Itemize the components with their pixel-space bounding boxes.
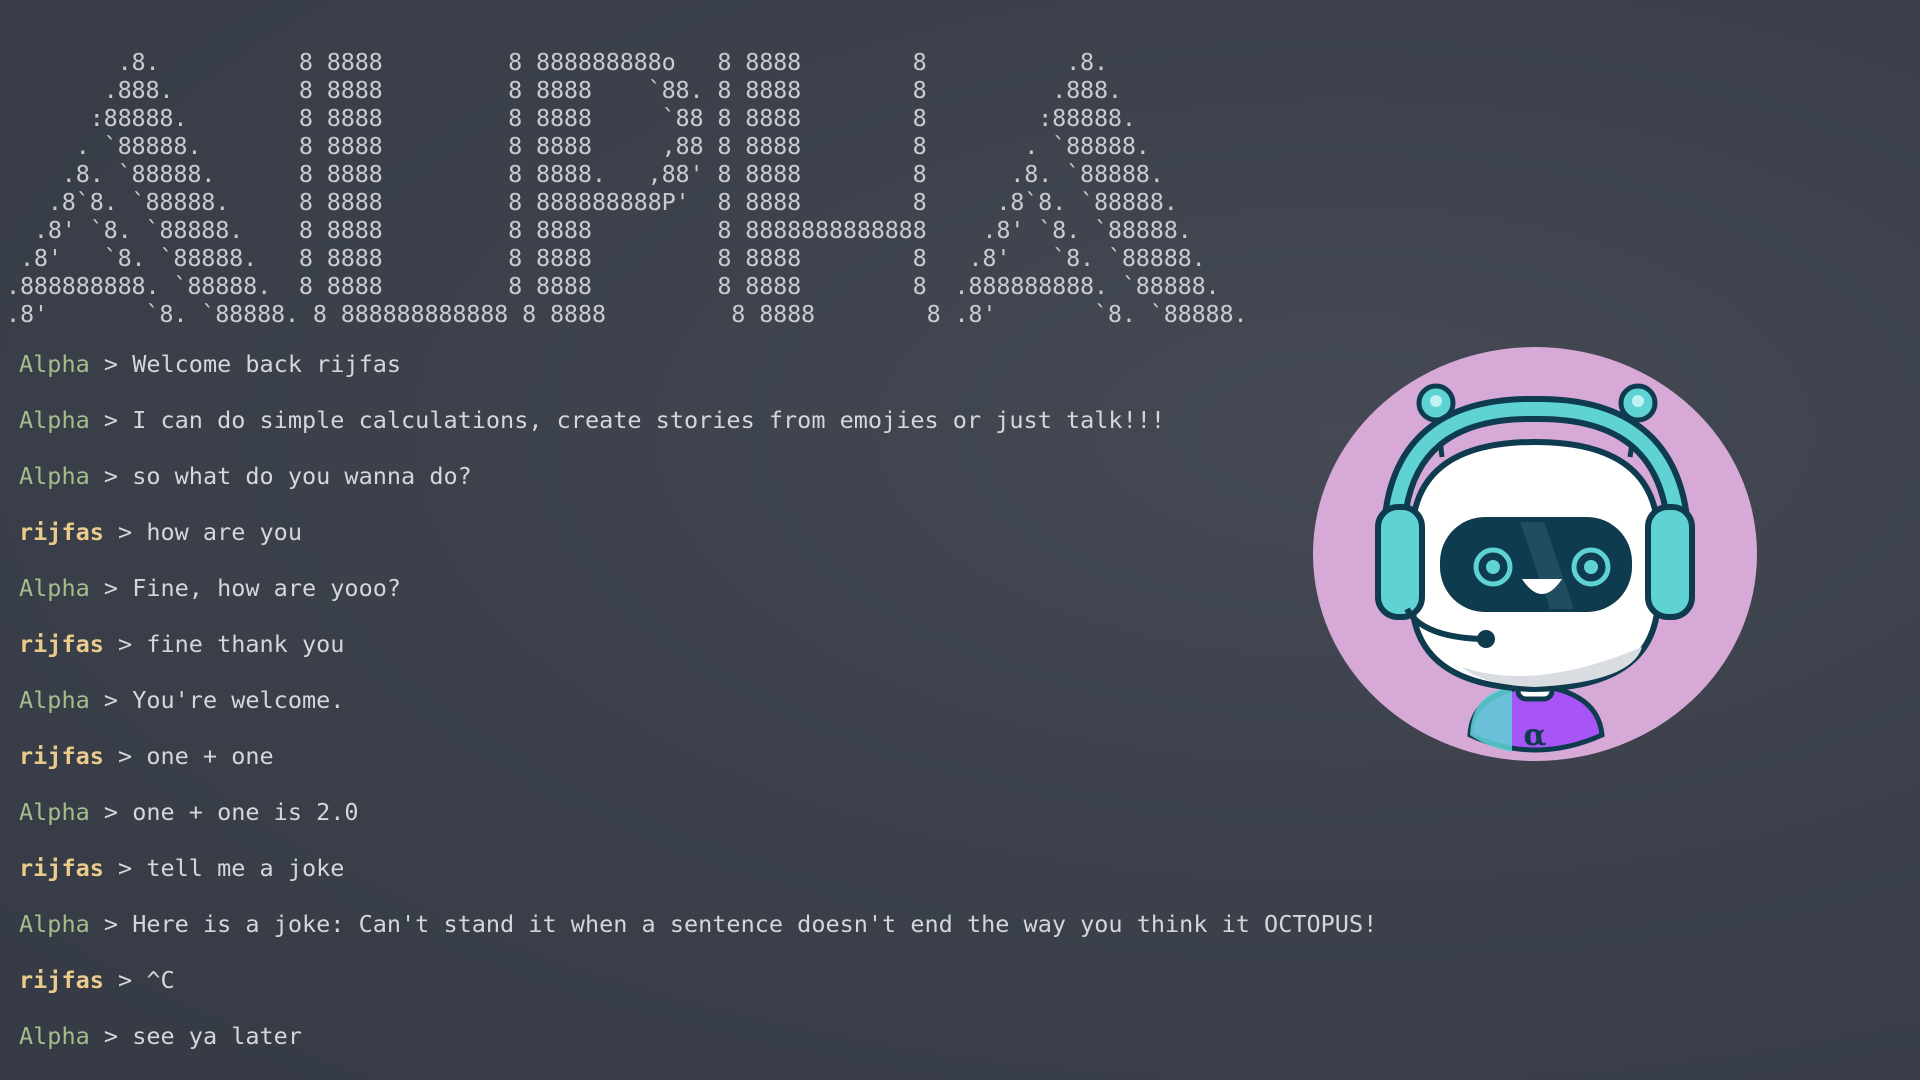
prompt-separator: > [89, 798, 133, 826]
user-message-line: rijfas > ^C [19, 966, 1379, 1022]
speaker-name: Alpha [19, 686, 90, 714]
user-message-line: rijfas > how are you [19, 518, 1379, 574]
speaker-name: rijfas [19, 518, 104, 546]
user-message-line: rijfas > fine thank you [19, 630, 1379, 686]
prompt-separator: > [89, 350, 133, 378]
terminal-window[interactable]: .8. 8 8888 8 888888888o 8 8888 8 .8. .88… [0, 0, 1920, 1080]
message-text: one + one is 2.0 [132, 798, 359, 826]
banner-line: .8' `8. `88888. 8 8888 8 8888 8 88888888… [6, 216, 1192, 244]
speaker-name: rijfas [19, 742, 104, 770]
bot-message-line: Alpha > Welcome back rijfas [19, 350, 1379, 406]
prompt-separator: > [89, 406, 133, 434]
prompt-separator: > [89, 1022, 133, 1050]
message-text: Fine, how are yooo? [132, 574, 402, 602]
prompt-separator: > [89, 462, 133, 490]
message-text: You're welcome. [132, 686, 345, 714]
banner-line: .8`8. `88888. 8 8888 8 888888888P' 8 888… [6, 188, 1178, 216]
bot-message-line: Alpha > You're welcome. [19, 686, 1379, 742]
speaker-name: rijfas [19, 966, 104, 994]
banner-line: .888. 8 8888 8 8888 `88. 8 8888 8 .888. [6, 76, 1122, 104]
ascii-banner-alpha: .8. 8 8888 8 888888888o 8 8888 8 .8. .88… [6, 48, 1248, 328]
chat-log: Alpha > Welcome back rijfas Alpha > I can… [19, 350, 1379, 1078]
message-text: ^C [146, 966, 175, 994]
banner-line: .8' `8. `88888. 8 888888888888 8 8888 8 … [6, 300, 1248, 328]
alpha-emblem: α [1523, 718, 1546, 753]
robot-mascot-icon: α [1312, 347, 1758, 762]
speaker-name: rijfas [19, 630, 104, 658]
message-text: Here is a joke: Can't stand it when a se… [132, 910, 1378, 938]
prompt-separator: > [103, 854, 147, 882]
banner-line: .8. `88888. 8 8888 8 8888. ,88' 8 8888 8… [6, 160, 1164, 188]
speaker-name: Alpha [19, 406, 90, 434]
bot-message-line: Alpha > Fine, how are yooo? [19, 574, 1379, 630]
message-text: how are you [146, 518, 302, 546]
user-message-line: rijfas > one + one [19, 742, 1379, 798]
banner-line: .8. 8 8888 8 888888888o 8 8888 8 .8. [6, 48, 1109, 76]
banner-line: . `88888. 8 8888 8 8888 ,88 8 8888 8 . `… [6, 132, 1150, 160]
message-text: Welcome back rijfas [132, 350, 402, 378]
bot-message-line: Alpha > I can do simple calculations, cr… [19, 406, 1379, 462]
banner-line: :88888. 8 8888 8 8888 `88 8 8888 8 :8888… [6, 104, 1136, 132]
bot-message-line: Alpha > see ya later [19, 1022, 1379, 1078]
speaker-name: Alpha [19, 910, 90, 938]
prompt-separator: > [89, 686, 133, 714]
speaker-name: Alpha [19, 574, 90, 602]
speaker-name: Alpha [19, 798, 90, 826]
speaker-name: rijfas [19, 854, 104, 882]
banner-line: .8' `8. `88888. 8 8888 8 8888 8 8888 8 .… [6, 244, 1206, 272]
message-text: so what do you wanna do? [132, 462, 472, 490]
bot-message-line: Alpha > one + one is 2.0 [19, 798, 1379, 854]
message-text: I can do simple calculations, create sto… [132, 406, 1166, 434]
speaker-name: Alpha [19, 1022, 90, 1050]
user-message-line: rijfas > tell me a joke [19, 854, 1379, 910]
bot-message-line: Alpha > so what do you wanna do? [19, 462, 1379, 518]
message-text: tell me a joke [146, 854, 345, 882]
bot-message-line: Alpha > Here is a joke: Can't stand it w… [19, 910, 1379, 966]
prompt-separator: > [103, 630, 147, 658]
prompt-separator: > [103, 742, 147, 770]
banner-line: .888888888. `88888. 8 8888 8 8888 8 8888… [6, 272, 1220, 300]
message-text: fine thank you [146, 630, 345, 658]
prompt-separator: > [103, 966, 147, 994]
speaker-name: Alpha [19, 350, 90, 378]
message-text: see ya later [132, 1022, 302, 1050]
speaker-name: Alpha [19, 462, 90, 490]
message-text: one + one [146, 742, 274, 770]
prompt-separator: > [103, 518, 147, 546]
prompt-separator: > [89, 574, 133, 602]
prompt-separator: > [89, 910, 133, 938]
